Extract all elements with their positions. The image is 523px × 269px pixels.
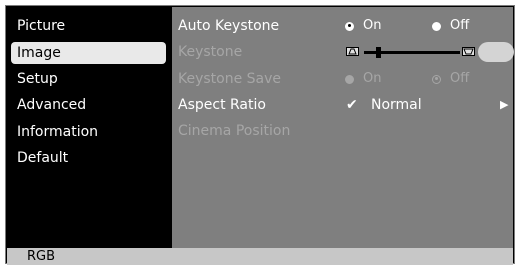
aspect-ratio-value: Normal [371, 97, 422, 113]
sidebar-item-label: Image [17, 45, 61, 61]
cinema-position-row: Cinema Position [172, 120, 513, 142]
keystone-narrow-icon [346, 47, 359, 56]
sidebar-item-label: Advanced [17, 97, 87, 113]
sidebar-item-default[interactable]: Default [11, 147, 166, 169]
sidebar-item-advanced[interactable]: Advanced [11, 94, 166, 116]
radio-selected-icon [345, 74, 354, 84]
radio-unselected-icon [432, 21, 441, 31]
aspect-ratio-row[interactable]: Aspect Ratio ✔ Normal ▶ [172, 94, 513, 116]
sidebar-item-label: Information [17, 124, 99, 140]
sidebar-item-image[interactable]: Image [11, 42, 166, 64]
auto-keystone-on-radio[interactable]: On [345, 15, 381, 37]
keystone-value-box [478, 42, 514, 62]
sidebar-item-label: Default [17, 150, 69, 166]
keystone-save-off-label: Off [450, 71, 470, 86]
radio-unselected-icon [432, 74, 441, 84]
input-source-label: RGB [27, 249, 56, 264]
keystone-wide-icon [462, 47, 475, 56]
keystone-row: Keystone [172, 41, 514, 63]
keystone-save-on-radio[interactable]: On [345, 68, 381, 90]
auto-keystone-off-label: Off [450, 18, 470, 33]
keystone-save-off-radio[interactable]: Off [432, 68, 469, 90]
status-bar: RGB [7, 248, 513, 265]
keystone-save-row: Keystone Save On Off [172, 68, 513, 90]
auto-keystone-label: Auto Keystone [178, 18, 280, 34]
keystone-save-on-label: On [363, 71, 382, 86]
settings-panel: Auto Keystone On Off Keystone Keystone S… [172, 7, 514, 248]
keystone-save-label: Keystone Save [178, 71, 282, 87]
sidebar-item-information[interactable]: Information [11, 121, 166, 143]
auto-keystone-row: Auto Keystone On Off [172, 15, 513, 37]
aspect-ratio-label: Aspect Ratio [178, 97, 266, 113]
sidebar-item-label: Picture [17, 18, 66, 34]
keystone-slider-knob[interactable] [376, 47, 381, 58]
keystone-label: Keystone [178, 44, 243, 60]
sidebar-item-setup[interactable]: Setup [11, 68, 166, 90]
keystone-slider[interactable] [364, 47, 460, 58]
menu-sidebar: Picture Image Setup Advanced Information… [7, 7, 172, 248]
radio-selected-icon [345, 21, 354, 31]
sidebar-item-picture[interactable]: Picture [11, 15, 166, 37]
checkmark-icon: ✔ [346, 97, 358, 113]
submenu-arrow-icon[interactable]: ▶ [500, 94, 508, 116]
cinema-position-label: Cinema Position [178, 123, 291, 139]
sidebar-item-label: Setup [17, 71, 58, 87]
auto-keystone-off-radio[interactable]: Off [432, 15, 469, 37]
osd-menu-window: Picture Image Setup Advanced Information… [5, 5, 515, 265]
auto-keystone-on-label: On [363, 18, 382, 33]
